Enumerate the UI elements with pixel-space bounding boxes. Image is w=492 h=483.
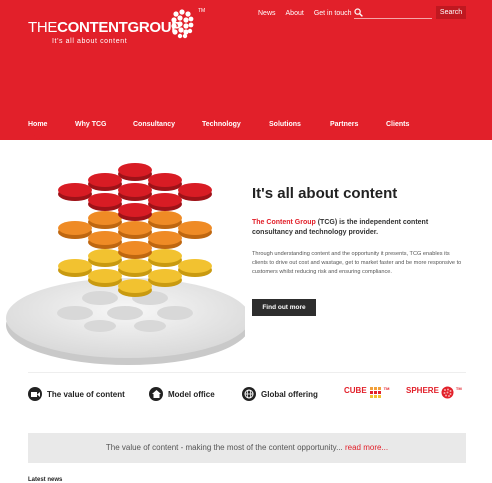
- hero-lead-brand: The Content Group: [252, 219, 316, 226]
- video-icon: [28, 387, 42, 401]
- nav-consultancy[interactable]: Consultancy: [133, 121, 175, 128]
- latest-news-heading: Latest news: [28, 477, 63, 483]
- hero-title: It's all about content: [252, 185, 398, 202]
- nav-partners[interactable]: Partners: [330, 121, 358, 128]
- top-nav: News About Get in touch: [258, 10, 352, 17]
- hero-lead: The Content Group (TCG) is the independe…: [252, 218, 464, 238]
- active-nav-indicator: [33, 134, 43, 140]
- disc: [178, 221, 212, 235]
- disc: [118, 203, 152, 217]
- disc: [148, 249, 182, 263]
- cube-icon: [369, 387, 381, 398]
- disc: [118, 241, 152, 255]
- sphere-icon: [441, 386, 454, 399]
- search-button[interactable]: Search: [436, 6, 466, 19]
- disc: [118, 183, 152, 197]
- value-banner: The value of content - making the most o…: [28, 433, 466, 463]
- logo-wordmark-bold: CONTENTGROUP: [57, 19, 182, 36]
- disc: [178, 259, 212, 273]
- cube-logo-icon: [171, 9, 194, 39]
- home-icon: [149, 387, 163, 401]
- sphere-brand-link[interactable]: SPHERE TM: [406, 386, 462, 399]
- disc: [148, 269, 182, 283]
- disc: [148, 211, 182, 225]
- hero-body: Through understanding content and the op…: [252, 251, 462, 275]
- feature-model-office[interactable]: Model office: [149, 387, 215, 401]
- search-input[interactable]: [366, 8, 430, 18]
- disc: [148, 173, 182, 187]
- disc: [58, 221, 92, 235]
- disc: [118, 279, 152, 293]
- cube-brand-label: CUBE: [344, 386, 367, 395]
- logo[interactable]: THECONTENTGROUP It's all about content T…: [28, 8, 205, 55]
- disc: [88, 231, 122, 245]
- disc: [118, 163, 152, 177]
- feature-value-of-content[interactable]: The value of content: [28, 387, 125, 401]
- search-icon: [354, 8, 363, 17]
- site-header: THECONTENTGROUP It's all about content T…: [0, 0, 492, 140]
- nav-solutions[interactable]: Solutions: [269, 121, 301, 128]
- logo-wordmark: THECONTENTGROUP: [28, 19, 181, 36]
- disc: [88, 269, 122, 283]
- feature-label: Global offering: [261, 389, 318, 399]
- nav-why-tcg[interactable]: Why TCG: [75, 121, 107, 128]
- search-box: [354, 8, 432, 19]
- top-nav-about[interactable]: About: [286, 10, 304, 17]
- disc: [118, 259, 152, 273]
- sphere-trademark: TM: [455, 386, 462, 391]
- nav-home[interactable]: Home: [28, 121, 47, 128]
- feature-label: The value of content: [47, 389, 125, 399]
- feature-global-offering[interactable]: Global offering: [242, 387, 318, 401]
- disc: [148, 231, 182, 245]
- sphere-brand-label: SPHERE: [406, 386, 439, 395]
- nav-clients[interactable]: Clients: [386, 121, 409, 128]
- read-more-link[interactable]: read more...: [345, 443, 388, 452]
- top-nav-news[interactable]: News: [258, 10, 276, 17]
- top-nav-get-in-touch[interactable]: Get in touch: [314, 10, 352, 17]
- globe-icon: [242, 387, 256, 401]
- logo-wordmark-thin: THE: [28, 19, 58, 36]
- hero-discs-illustration: [6, 163, 245, 365]
- disc: [178, 183, 212, 197]
- find-out-more-button[interactable]: Find out more: [252, 299, 316, 316]
- main-nav: Home Why TCG Consultancy Technology Solu…: [0, 121, 492, 133]
- disc: [88, 173, 122, 187]
- cube-trademark: TM: [383, 386, 390, 391]
- cube-brand-link[interactable]: CUBE TM: [344, 386, 389, 399]
- disc: [118, 221, 152, 235]
- disc: [88, 211, 122, 225]
- banner-text: The value of content - making the most o…: [105, 443, 343, 452]
- logo-trademark: TM: [198, 8, 206, 14]
- feature-bar: The value of content Model office Global…: [0, 382, 492, 408]
- disc: [58, 259, 92, 273]
- divider: [28, 372, 466, 373]
- nav-technology[interactable]: Technology: [202, 121, 241, 128]
- disc: [88, 193, 122, 207]
- disc: [148, 193, 182, 207]
- disc: [88, 249, 122, 263]
- logo-tagline: It's all about content: [52, 38, 128, 45]
- feature-label: Model office: [168, 389, 215, 399]
- disc: [58, 183, 92, 197]
